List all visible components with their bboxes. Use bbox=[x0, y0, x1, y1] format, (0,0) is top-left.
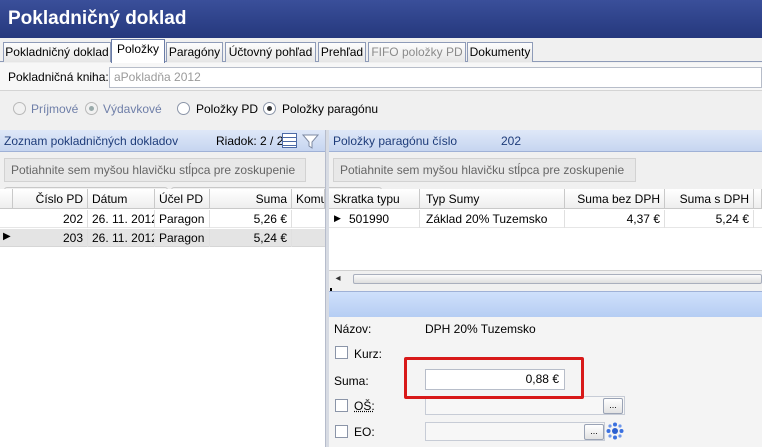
filter-row: Príjmové Výdavkové Položky PD Položky pa… bbox=[0, 92, 762, 217]
tab-pokladnicny-doklad[interactable]: Pokladničný doklad bbox=[3, 42, 111, 62]
detail-header bbox=[329, 291, 762, 317]
eo-browse-button[interactable]: ... bbox=[584, 424, 604, 440]
kurz-checkbox[interactable] bbox=[335, 346, 348, 359]
prijmove-radio[interactable] bbox=[13, 102, 26, 115]
prijmove-label: Príjmové bbox=[31, 102, 79, 116]
scroll-left-icon[interactable]: ◂ bbox=[331, 271, 345, 287]
tab-dokumenty[interactable]: Dokumenty bbox=[467, 42, 533, 62]
cell-cislo: 202 bbox=[13, 210, 88, 228]
cell-suma-bez-dph: 4,37 € bbox=[565, 210, 665, 228]
os-checkbox[interactable] bbox=[335, 399, 348, 412]
right-panel-title: Položky paragónu číslo bbox=[333, 134, 458, 148]
left-grid: Číslo PD Dátum Účel PD Suma Komu 202 26.… bbox=[0, 189, 325, 447]
eo-checkbox[interactable] bbox=[335, 425, 348, 438]
col-komu[interactable]: Komu bbox=[292, 189, 325, 209]
grid-icon[interactable] bbox=[282, 133, 297, 148]
cell-datum: 26. 11. 2012 bbox=[88, 229, 155, 247]
cell-typ-sumy: Základ 20% Tuzemsko bbox=[420, 210, 565, 228]
polozky-paragonu-label: Položky paragónu bbox=[282, 102, 379, 116]
cell-suma: 5,24 € bbox=[210, 229, 292, 247]
table-row[interactable]: ▶ 203 26. 11. 2012 Paragon 5,24 € bbox=[0, 229, 325, 247]
eo-label: EO: bbox=[354, 425, 375, 439]
os-label: OŠ: bbox=[354, 399, 375, 413]
kurz-label: Kurz: bbox=[354, 347, 383, 361]
col-overflow[interactable] bbox=[754, 189, 762, 209]
col-suma[interactable]: Suma bbox=[210, 189, 292, 209]
right-grid: Skratka typu Typ Sumy Suma bez DPH Suma … bbox=[329, 189, 762, 270]
tab-bar: Pokladničný doklad Položky Paragóny Účto… bbox=[0, 38, 762, 63]
table-row[interactable]: ▶ 501990 Základ 20% Tuzemsko 4,37 € 5,24… bbox=[329, 210, 762, 228]
right-group-zone[interactable]: Potiahnite sem myšou hlavičku stĺpca pre… bbox=[333, 158, 636, 182]
vydavkove-label: Výdavkové bbox=[103, 102, 162, 116]
eo-field[interactable] bbox=[425, 422, 605, 441]
cell-skratka: 501990 bbox=[345, 210, 420, 228]
cell-ucel: Paragon bbox=[155, 210, 210, 228]
scroll-thumb[interactable] bbox=[353, 274, 762, 284]
polozky-paragonu-radio[interactable] bbox=[263, 102, 276, 115]
kniha-label: Pokladničná kniha: bbox=[8, 70, 109, 84]
vydavkove-radio[interactable] bbox=[85, 102, 98, 115]
paragon-number: 202 bbox=[501, 134, 522, 148]
suma-label: Suma: bbox=[334, 374, 369, 388]
col-ucel-pd[interactable]: Účel PD bbox=[155, 189, 210, 209]
polozky-pd-label: Položky PD bbox=[196, 102, 259, 116]
tab-prehlad[interactable]: Prehľad bbox=[318, 42, 366, 62]
filter-icon[interactable] bbox=[302, 133, 319, 150]
cell-suma: 5,26 € bbox=[210, 210, 292, 228]
polozky-pd-radio[interactable] bbox=[177, 102, 190, 115]
left-group-zone[interactable]: Potiahnite sem myšou hlavičku stĺpca pre… bbox=[4, 158, 306, 182]
right-panel-header: Položky paragónu číslo 202 bbox=[329, 130, 762, 152]
cell-datum: 26. 11. 2012 bbox=[88, 210, 155, 228]
table-row[interactable]: 202 26. 11. 2012 Paragon 5,26 € bbox=[0, 210, 325, 228]
kniha-row: Pokladničná kniha: aPokladňa 2012 bbox=[0, 63, 762, 91]
horizontal-scrollbar[interactable]: ◂ bbox=[329, 270, 762, 287]
left-panel-title: Zoznam pokladničných dokladov bbox=[4, 134, 179, 148]
os-browse-button[interactable]: ... bbox=[603, 398, 623, 414]
cell-suma-s-dph: 5,24 € bbox=[665, 210, 754, 228]
riadok-counter: Riadok: 2 / 2 bbox=[216, 134, 284, 148]
tab-polozky[interactable]: Položky bbox=[111, 39, 165, 63]
window-title: Pokladničný doklad bbox=[0, 0, 762, 38]
col-suma-s-dph[interactable]: Suma s DPH bbox=[665, 189, 754, 209]
col-cislo-pd[interactable]: Číslo PD bbox=[13, 189, 88, 209]
col-datum[interactable]: Dátum bbox=[88, 189, 155, 209]
cell-ucel: Paragon bbox=[155, 229, 210, 247]
nazov-value: DPH 20% Tuzemsko bbox=[425, 322, 536, 336]
col-skratka-typu[interactable]: Skratka typu bbox=[329, 189, 420, 209]
organization-tree-icon[interactable] bbox=[606, 422, 624, 440]
tab-fifo-polozky[interactable]: FIFO položky PD bbox=[368, 42, 466, 62]
highlight-box bbox=[404, 357, 584, 399]
kniha-field[interactable]: aPokladňa 2012 bbox=[109, 67, 762, 88]
cell-cislo: 203 bbox=[13, 229, 88, 247]
tab-paragony[interactable]: Paragóny bbox=[166, 42, 223, 62]
nazov-label: Názov: bbox=[334, 322, 372, 336]
current-row-marker-icon: ▶ bbox=[3, 231, 11, 242]
tab-uctovny-pohlad[interactable]: Účtovný pohľad bbox=[225, 42, 316, 62]
current-row-marker-icon: ▶ bbox=[334, 213, 341, 223]
col-suma-bez-dph[interactable]: Suma bez DPH bbox=[565, 189, 665, 209]
col-typ-sumy[interactable]: Typ Sumy bbox=[420, 189, 565, 209]
row-indicator-header bbox=[0, 189, 13, 209]
